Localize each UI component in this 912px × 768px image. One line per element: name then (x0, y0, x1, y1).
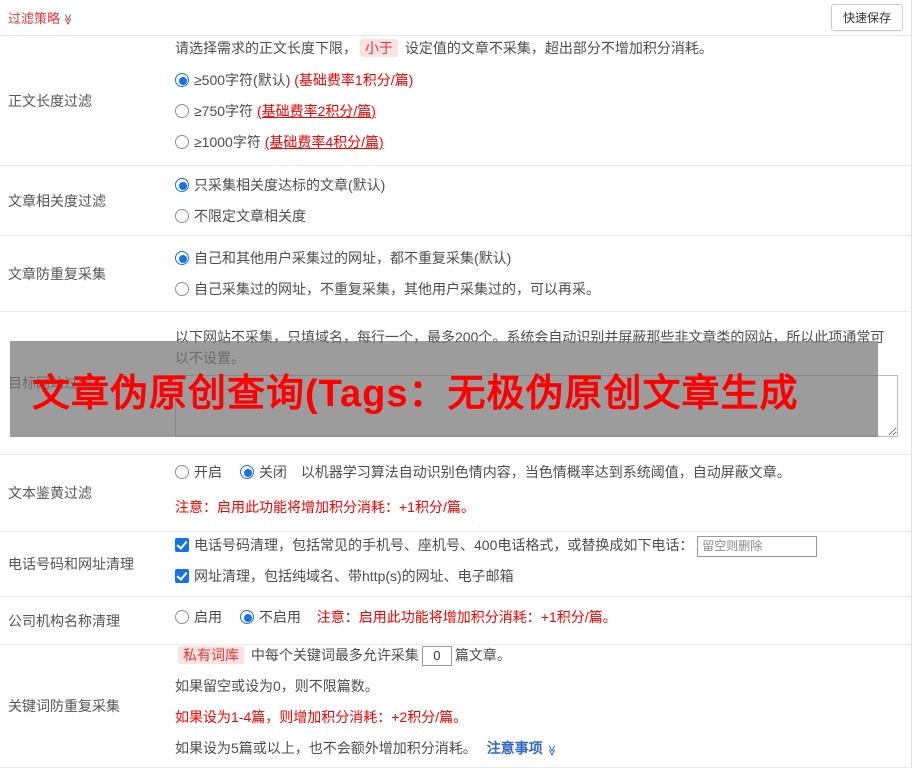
relevance-option-strict[interactable]: 只采集相关度达标的文章(默认) (175, 175, 903, 195)
length-option-500-label: ≥500字符(默认) (194, 72, 295, 88)
notice-link[interactable]: 注意事项 ≫ (487, 740, 557, 756)
dedup-option-global[interactable]: 自己和其他用户采集过的网址，都不重复采集(默认) (175, 248, 903, 268)
length-option-750-note: (基础费率2积分/篇) (256, 103, 376, 119)
row-label-dedup: 文章防重复采集 (8, 265, 106, 282)
radio-company-on[interactable] (175, 610, 189, 624)
phone-replace-input[interactable] (697, 535, 818, 557)
row-porn-filter: 开启 关闭 以机器学习算法自动识别色情内容，当色情概率达到系统阈值，自动屏蔽文章… (0, 455, 911, 532)
porn-option-off[interactable]: 关闭 (239, 464, 287, 480)
checkbox-phone-cleanup[interactable] (175, 538, 189, 553)
row-label-content-length: 正文长度过滤 (8, 92, 92, 109)
section-title-text: 过滤策略 (8, 11, 61, 26)
radio-dedup-global[interactable] (175, 251, 189, 265)
phone-cleanup-label: 电话号码清理，包括常见的手机号、座机号、400电话格式，或替换成如下电话： (194, 537, 694, 554)
length-option-500[interactable]: ≥500字符(默认) (基础费率1积分/篇) (175, 70, 903, 90)
porn-cost-note: 注意：启用此功能将增加积分消耗：+1积分/篇。 (175, 499, 475, 515)
radio-length-750[interactable] (175, 104, 189, 118)
less-than-highlight: 小于 (360, 39, 398, 57)
watermark-overlay-banner: 文章伪原创查询(Tags：无极伪原创文章生成 (10, 341, 878, 437)
keyword-note-zero: 如果留空或设为0，则不限篇数。 (175, 678, 379, 694)
radio-relevance-any[interactable] (175, 209, 189, 223)
row-relevance-filter: 文章相关度过滤 只采集相关度达标的文章(默认) 不限定文章相关度 (0, 166, 911, 236)
length-option-750-label: ≥750字符 (194, 103, 257, 119)
dedup-option-global-label: 自己和其他用户采集过的网址，都不重复采集(默认) (194, 250, 512, 266)
length-intro: 请选择需求的正文长度下限， 小于 设定值的文章不采集，超出部分不增加积分消耗。 (175, 38, 903, 59)
watermark-text: 文章伪原创查询(Tags：无极伪原创文章生成 (32, 372, 799, 415)
notice-link-text: 注意事项 (486, 740, 543, 756)
radio-company-off[interactable] (239, 610, 254, 624)
row-label-keyword: 关键词防重复采集 (8, 698, 120, 714)
length-intro-part1: 请选择需求的正文长度下限， (175, 40, 357, 56)
relevance-option-strict-label: 只采集相关度达标的文章(默认) (194, 177, 386, 193)
radio-relevance-strict[interactable] (175, 178, 189, 192)
radio-dedup-self[interactable] (175, 282, 189, 296)
porn-option-off-label: 关闭 (258, 464, 287, 480)
filter-strategy-page: 过滤策略≫ 快速保存 正文长度过滤 请选择需求的正文长度下限， 小于 设定值的文章… (0, 0, 912, 768)
keyword-limit-line: 私有词库 中每个关键词最多允许采集 篇文章。 (175, 645, 903, 666)
row-label-company: 公司机构名称清理 (8, 612, 120, 629)
row-content: 电话号码清理，包括常见的手机号、座机号、400电话格式，或替换成如下电话： 网址… (175, 525, 911, 603)
phone-cleanup-option[interactable]: 电话号码清理，包括常见的手机号、座机号、400电话格式，或替换成如下电话： (175, 535, 903, 557)
row-label-relevance: 文章相关度过滤 (8, 192, 106, 209)
keyword-limit-input[interactable] (421, 645, 452, 666)
row-label-porn: 文本鉴黄过滤 (8, 485, 92, 501)
url-cleanup-option[interactable]: 网址清理，包括纯域名、带http(s)的网址、电子邮箱 (175, 566, 903, 587)
private-lexicon-highlight: 私有词库 (178, 646, 244, 664)
row-phone-url-cleanup: 电话号码和网址清理 电话号码清理，包括常见的手机号、座机号、400电话格式，或替… (0, 532, 911, 597)
length-option-1000-note: (基础费率4积分/篇) (264, 134, 384, 150)
company-cost-note: 注意：启用此功能将增加积分消耗：+1积分/篇。 (316, 609, 617, 625)
quick-save-button[interactable]: 快速保存 (830, 4, 903, 31)
collapse-chevron-icon: ≫ (61, 13, 74, 26)
company-option-off[interactable]: 不启用 (239, 609, 301, 625)
row-content: 请选择需求的正文长度下限， 小于 设定值的文章不采集，超出部分不增加积分消耗。 ≥… (175, 28, 911, 173)
porn-option-on[interactable]: 开启 (175, 464, 222, 480)
company-options-line: 启用 不启用 注意：启用此功能将增加积分消耗：+1积分/篇。 (175, 607, 903, 628)
keyword-note-five: 如果设为5篇或以上，也不会额外增加积分消耗。 注意事项 ≫ (175, 738, 903, 761)
row-content: 私有词库 中每个关键词最多允许采集 篇文章。 如果留空或设为0，则不限篇数。 如果… (175, 635, 911, 768)
radio-porn-off[interactable] (239, 465, 254, 479)
section-title[interactable]: 过滤策略≫ (8, 8, 74, 27)
dedup-option-self-label: 自己采集过的网址，不重复采集，其他用户采集过的，可以再采。 (194, 281, 600, 297)
company-option-on[interactable]: 启用 (175, 609, 222, 625)
radio-length-500[interactable] (175, 73, 189, 87)
row-content: 自己和其他用户采集过的网址，都不重复采集(默认) 自己采集过的网址，不重复采集，… (175, 227, 911, 320)
keyword-limit-text-a: 中每个关键词最多允许采集 (247, 647, 419, 663)
length-option-1000-label: ≥1000字符 (194, 134, 265, 150)
keyword-note-cost: 如果设为1-4篇，则增加积分消耗：+2积分/篇。 (175, 709, 468, 725)
row-label-phone-url: 电话号码和网址清理 (8, 556, 134, 572)
length-option-1000[interactable]: ≥1000字符 (基础费率4积分/篇) (175, 132, 903, 152)
porn-desc: 以机器学习算法自动识别色情内容，当色情概率达到系统阈值，自动屏蔽文章。 (300, 464, 791, 480)
company-option-off-label: 不启用 (258, 609, 301, 625)
porn-options-line: 开启 关闭 以机器学习算法自动识别色情内容，当色情概率达到系统阈值，自动屏蔽文章… (175, 462, 903, 483)
radio-length-1000[interactable] (175, 135, 189, 149)
length-intro-part2: 设定值的文章不采集，超出部分不增加积分消耗。 (401, 40, 713, 56)
keyword-limit-text-b: 篇文章。 (454, 647, 511, 663)
checkbox-url-cleanup[interactable] (175, 568, 189, 583)
row-keyword-dedup: 关键词防重复采集 私有词库 中每个关键词最多允许采集 篇文章。 如果留空或设为0，… (0, 645, 911, 768)
porn-option-on-label: 开启 (194, 464, 222, 480)
notice-chevron-icon: ≫ (544, 744, 557, 757)
dedup-option-self[interactable]: 自己采集过的网址，不重复采集，其他用户采集过的，可以再采。 (175, 279, 903, 299)
url-cleanup-label: 网址清理，包括纯域名、带http(s)的网址、电子邮箱 (194, 567, 514, 584)
keyword-note-five-text: 如果设为5篇或以上，也不会额外增加积分消耗。 (175, 740, 477, 756)
relevance-option-any-label: 不限定文章相关度 (194, 208, 306, 224)
radio-porn-on[interactable] (175, 465, 189, 479)
relevance-option-any[interactable]: 不限定文章相关度 (175, 206, 903, 226)
row-content-length-filter: 正文长度过滤 请选择需求的正文长度下限， 小于 设定值的文章不采集，超出部分不增加… (0, 36, 911, 166)
company-option-on-label: 启用 (194, 609, 222, 625)
length-option-500-note: (基础费率1积分/篇) (294, 72, 414, 88)
length-option-750[interactable]: ≥750字符 (基础费率2积分/篇) (175, 101, 903, 121)
row-dedup-filter: 文章防重复采集 自己和其他用户采集过的网址，都不重复采集(默认) 自己采集过的网… (0, 236, 911, 312)
